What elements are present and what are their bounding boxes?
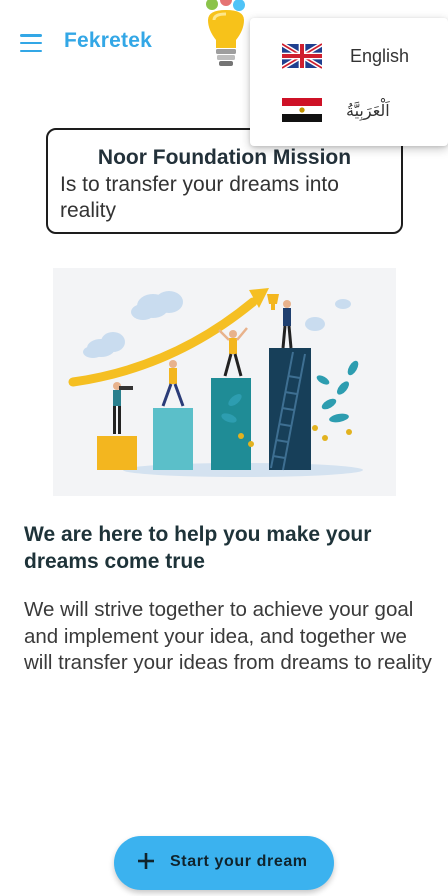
language-option-english[interactable]: English: [250, 28, 448, 84]
mission-title: Noor Foundation Mission: [97, 146, 352, 169]
language-label-english: English: [350, 45, 410, 66]
egypt-flag-icon: [282, 98, 322, 122]
headline: We are here to help you make your dreams…: [24, 523, 372, 573]
plus-icon: [138, 853, 154, 869]
language-label-arabic: اَلْعَرَبِيَّةُ: [346, 100, 390, 120]
language-option-arabic[interactable]: اَلْعَرَبِيَّةُ: [250, 82, 448, 138]
language-menu: English اَلْعَرَبِيَّةُ: [250, 18, 448, 146]
mission-text: Is to transfer your dreams into reality: [60, 173, 339, 222]
growth-chart-illustration: [53, 268, 396, 496]
body-text: We will strive together to achieve your …: [24, 598, 432, 674]
app-title: Fekretek: [64, 29, 152, 52]
start-your-dream-label: Start your dream: [170, 853, 308, 870]
start-your-dream-button[interactable]: Start your dream: [114, 836, 334, 890]
hamburger-menu-icon[interactable]: [20, 34, 44, 52]
uk-flag-icon: [282, 41, 322, 71]
lightbulb-logo-icon: [206, 0, 245, 66]
